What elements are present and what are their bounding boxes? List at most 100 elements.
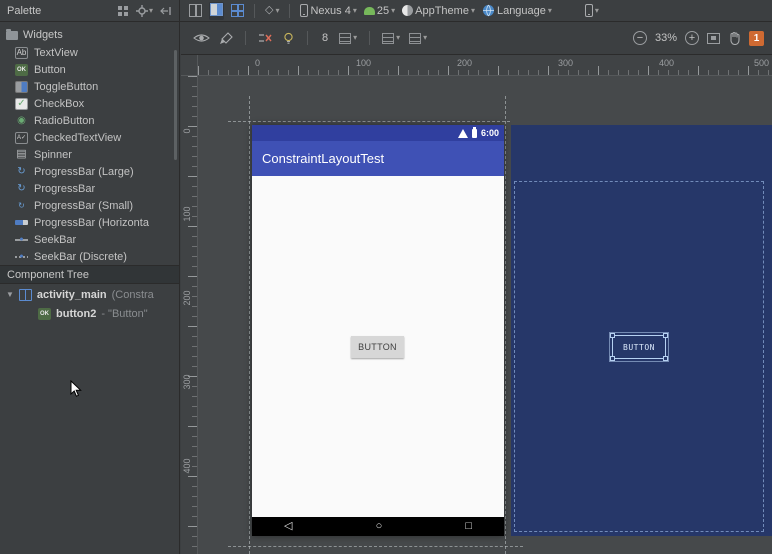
clear-constraints-icon[interactable] <box>258 32 273 44</box>
radiobutton-icon: ◉ <box>15 115 28 127</box>
button-icon: OK <box>15 64 28 76</box>
app-title: ConstraintLayoutTest <box>262 151 384 166</box>
seekbar-discrete-icon: ● <box>15 251 28 263</box>
design-blueprint-view-icon[interactable] <box>209 2 224 20</box>
tree-row-activity-main[interactable]: ▼ activity_main (Constra <box>0 285 180 304</box>
v-ruler-label: 100 <box>182 204 192 224</box>
tree-row-button2[interactable]: OK button2 - "Button" <box>0 304 180 323</box>
theme-selector[interactable]: AppTheme ▾ <box>402 5 475 17</box>
language-selector[interactable]: Language ▾ <box>482 4 552 17</box>
seekbar-icon: ● <box>15 234 28 246</box>
api-version-selector[interactable]: 25 ▾ <box>364 5 395 17</box>
palette-item-spinner[interactable]: ▤Spinner <box>0 146 179 163</box>
design-view-icon[interactable] <box>189 4 202 17</box>
palette-item-seekbar-discrete[interactable]: ●SeekBar (Discrete) <box>0 248 179 265</box>
palette-title: Palette <box>7 5 41 17</box>
margin-selector[interactable]: ▾ <box>339 33 357 44</box>
design-surface[interactable]: 0 100 200 300 400 500 0 100 200 300 400 … <box>181 55 772 554</box>
show-constraints-eye-icon[interactable] <box>193 32 210 44</box>
zoom-to-fit-icon[interactable] <box>707 33 720 44</box>
device-label: Nexus 4 <box>310 5 350 17</box>
zoom-in-button[interactable]: + <box>685 31 699 45</box>
design-button-widget[interactable]: BUTTON <box>351 336 404 358</box>
palette-item-button[interactable]: OKButton <box>0 61 179 78</box>
palette-item-togglebutton[interactable]: ToggleButton <box>0 78 179 95</box>
guideline-icon <box>409 33 421 44</box>
blueprint-button-widget[interactable]: BUTTON <box>612 335 666 359</box>
navigation-bar: ◁ ○ □ <box>252 517 504 536</box>
h-ruler-label: 100 <box>356 58 371 68</box>
device-selector[interactable]: Nexus 4 ▾ <box>300 4 356 17</box>
virtual-device-selector[interactable]: ▾ <box>585 4 599 17</box>
constraint-handle[interactable] <box>610 356 615 361</box>
folder-icon <box>6 31 18 40</box>
palette-widget-list: Widgets AbTextView OKButton ToggleButton… <box>0 22 179 265</box>
align-selector[interactable]: ▾ <box>382 33 400 44</box>
guideline-selector[interactable]: ▾ <box>409 33 427 44</box>
component-tree: ▼ activity_main (Constra OK button2 - "B… <box>0 285 180 323</box>
v-ruler-label: 0 <box>182 121 192 141</box>
constraint-handle[interactable] <box>610 333 615 338</box>
v-ruler-label: 200 <box>182 288 192 308</box>
checkedtextview-icon: A✓ <box>15 132 28 144</box>
app-bar: ConstraintLayoutTest <box>252 141 504 176</box>
design-view-device[interactable]: 6:00 ConstraintLayoutTest BUTTON ◁ ○ □ <box>252 125 504 536</box>
default-margin-value[interactable]: 8 <box>320 32 330 44</box>
palette-item-progressbar[interactable]: ↻ProgressBar <box>0 180 179 197</box>
mouse-cursor <box>70 380 82 398</box>
gear-icon[interactable]: ▾ <box>136 5 153 17</box>
infer-constraints-bulb-icon[interactable] <box>282 32 295 45</box>
device-config-toolbar: ◇ ▾ Nexus 4 ▾ 25 ▾ AppTheme ▾ <box>180 0 772 21</box>
palette-item-checkbox[interactable]: ✓CheckBox <box>0 95 179 112</box>
spinner-icon: ▤ <box>15 149 28 161</box>
palette-item-textview[interactable]: AbTextView <box>0 44 179 61</box>
expander-icon[interactable]: ▼ <box>6 290 14 299</box>
constraint-handle[interactable] <box>663 333 668 338</box>
hide-tool-window-icon[interactable] <box>160 5 172 17</box>
togglebutton-icon <box>15 81 28 93</box>
android-studio-layout-editor: Palette ▾ ◇ ▾ <box>0 0 772 554</box>
v-ruler-label: 300 <box>182 372 192 392</box>
palette-item-progressbar-horizontal[interactable]: ProgressBar (Horizonta <box>0 214 179 231</box>
h-ruler-label: 200 <box>457 58 472 68</box>
palette-item-radiobutton[interactable]: ◉RadioButton <box>0 112 179 129</box>
nav-home-icon: ○ <box>376 521 383 532</box>
progressbar-small-icon: ↻ <box>15 200 28 212</box>
palette-item-checkedtextview[interactable]: A✓CheckedTextView <box>0 129 179 146</box>
h-ruler-label: 500 <box>754 58 769 68</box>
checkbox-icon: ✓ <box>15 98 28 110</box>
api-level-label: 25 <box>377 5 389 17</box>
blueprint-view[interactable]: BUTTON <box>511 125 772 536</box>
nav-recents-icon: □ <box>465 521 472 532</box>
palette-tool-window-header: Palette ▾ <box>0 0 180 21</box>
progressbar-large-icon: ↻ <box>15 166 28 178</box>
palette-view-options-icon[interactable] <box>117 5 129 17</box>
android-icon <box>364 7 375 15</box>
status-bar: 6:00 <box>252 125 504 141</box>
palette-item-progressbar-small[interactable]: ↻ProgressBar (Small) <box>0 197 179 214</box>
guide-line-right <box>505 96 506 554</box>
palette-scrollbar[interactable] <box>174 50 177 160</box>
wifi-icon <box>458 129 468 138</box>
h-ruler-label: 300 <box>558 58 573 68</box>
progressbar-horizontal-icon <box>15 220 28 225</box>
guide-line-left <box>249 96 250 554</box>
margin-icon <box>339 33 351 44</box>
vertical-ruler: 0 100 200 300 400 <box>181 76 198 554</box>
palette-item-progressbar-large[interactable]: ↻ProgressBar (Large) <box>0 163 179 180</box>
palette-group-widgets[interactable]: Widgets <box>0 26 179 44</box>
blueprint-view-icon[interactable] <box>231 4 244 17</box>
guide-line-bottom <box>228 546 523 547</box>
error-count-badge[interactable]: 1 <box>749 31 764 46</box>
nav-back-icon: ◁ <box>284 521 292 532</box>
layout-content[interactable]: BUTTON <box>252 176 504 517</box>
zoom-out-button[interactable]: − <box>633 31 647 45</box>
pan-hand-icon[interactable] <box>728 31 741 45</box>
orientation-selector[interactable]: ◇ ▾ <box>265 5 279 16</box>
constraintlayout-icon <box>19 289 32 301</box>
ruler-corner <box>181 55 198 76</box>
blueprint-colors-brush-icon[interactable] <box>219 32 233 45</box>
constraint-handle[interactable] <box>663 356 668 361</box>
palette-item-seekbar[interactable]: ●SeekBar <box>0 231 179 248</box>
layout-editor-toolbar: 8 ▾ ▾ ▾ − 33% + 1 <box>181 22 772 55</box>
